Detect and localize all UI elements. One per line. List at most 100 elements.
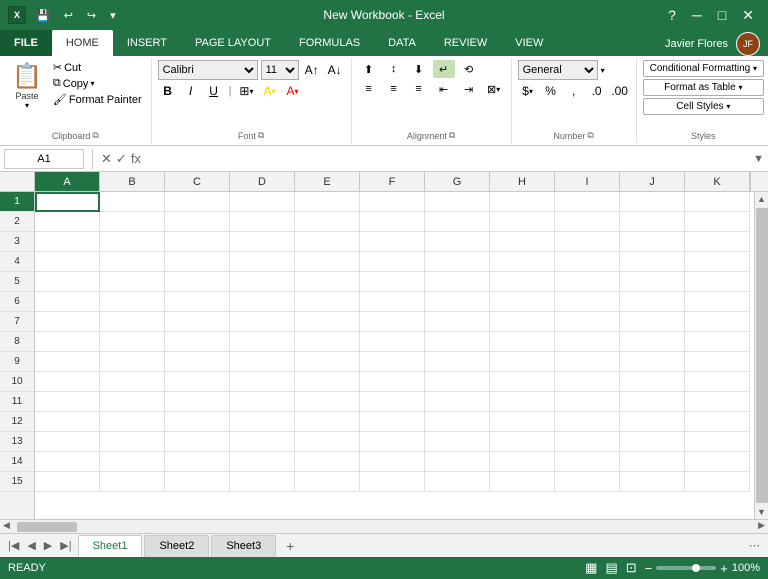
cell-H14[interactable] [490, 452, 555, 472]
cell-D2[interactable] [230, 212, 295, 232]
cell-D13[interactable] [230, 432, 295, 452]
row-num-9[interactable]: 9 [0, 352, 34, 372]
cell-J4[interactable] [620, 252, 685, 272]
cell-G3[interactable] [425, 232, 490, 252]
align-center-btn[interactable]: ≡ [383, 80, 405, 98]
cell-K2[interactable] [685, 212, 750, 232]
cell-H7[interactable] [490, 312, 555, 332]
cell-C8[interactable] [165, 332, 230, 352]
fill-color-btn[interactable]: A▾ [259, 82, 279, 100]
page-break-view-btn[interactable]: ⊡ [626, 560, 637, 576]
scroll-down-btn[interactable]: ▼ [755, 505, 768, 519]
orientation-btn[interactable]: ⟲ [458, 60, 480, 78]
cell-F8[interactable] [360, 332, 425, 352]
clipboard-expand-btn[interactable]: ⧉ [92, 130, 98, 141]
cell-I13[interactable] [555, 432, 620, 452]
number-format-select[interactable]: General [518, 60, 598, 80]
cell-C3[interactable] [165, 232, 230, 252]
cell-E1[interactable] [295, 192, 360, 212]
cell-K3[interactable] [685, 232, 750, 252]
cell-H10[interactable] [490, 372, 555, 392]
row-num-14[interactable]: 14 [0, 452, 34, 472]
cell-I10[interactable] [555, 372, 620, 392]
cell-B9[interactable] [100, 352, 165, 372]
cell-B2[interactable] [100, 212, 165, 232]
sheet-first-btn[interactable]: |◀ [4, 537, 23, 554]
cell-G14[interactable] [425, 452, 490, 472]
h-scroll-track[interactable] [13, 520, 755, 534]
tab-page-layout[interactable]: PAGE LAYOUT [181, 30, 285, 56]
cell-H15[interactable] [490, 472, 555, 492]
cell-J12[interactable] [620, 412, 685, 432]
function-btn[interactable]: fx [131, 151, 141, 166]
cell-C15[interactable] [165, 472, 230, 492]
cell-A11[interactable] [35, 392, 100, 412]
align-top-left-btn[interactable]: ⬆ [358, 60, 380, 78]
number-expand-btn[interactable]: ⧉ [587, 130, 593, 141]
cell-B8[interactable] [100, 332, 165, 352]
cell-H11[interactable] [490, 392, 555, 412]
format-painter-btn[interactable]: 🖌Format Painter [50, 92, 145, 107]
col-header-H[interactable]: H [490, 172, 555, 191]
cell-B1[interactable] [100, 192, 165, 212]
cell-G13[interactable] [425, 432, 490, 452]
cell-I2[interactable] [555, 212, 620, 232]
cell-J14[interactable] [620, 452, 685, 472]
tab-home[interactable]: HOME [52, 30, 113, 56]
decrease-indent-btn[interactable]: ⇤ [433, 80, 455, 98]
zoom-slider[interactable] [656, 566, 716, 570]
cell-J1[interactable] [620, 192, 685, 212]
font-name-select[interactable]: Calibri [158, 60, 258, 80]
merge-btn[interactable]: ⊠▾ [483, 80, 505, 98]
cell-D11[interactable] [230, 392, 295, 412]
cell-I15[interactable] [555, 472, 620, 492]
cell-E2[interactable] [295, 212, 360, 232]
cell-H8[interactable] [490, 332, 555, 352]
col-header-A[interactable]: A [35, 172, 100, 191]
cell-F1[interactable] [360, 192, 425, 212]
font-color-btn[interactable]: A▾ [282, 82, 302, 100]
decrease-font-btn[interactable]: A↓ [325, 61, 345, 79]
row-num-8[interactable]: 8 [0, 332, 34, 352]
formula-input[interactable] [145, 149, 749, 169]
cell-F5[interactable] [360, 272, 425, 292]
cell-H5[interactable] [490, 272, 555, 292]
cell-G10[interactable] [425, 372, 490, 392]
cell-I5[interactable] [555, 272, 620, 292]
sheet-last-btn[interactable]: ▶| [56, 537, 75, 554]
cell-I8[interactable] [555, 332, 620, 352]
cell-F9[interactable] [360, 352, 425, 372]
cell-B4[interactable] [100, 252, 165, 272]
cell-A13[interactable] [35, 432, 100, 452]
cell-C10[interactable] [165, 372, 230, 392]
customize-quick-btn[interactable]: ▾ [106, 7, 120, 24]
cell-J9[interactable] [620, 352, 685, 372]
cell-I14[interactable] [555, 452, 620, 472]
cell-I4[interactable] [555, 252, 620, 272]
maximize-btn[interactable]: □ [712, 5, 732, 25]
cell-C2[interactable] [165, 212, 230, 232]
cell-F11[interactable] [360, 392, 425, 412]
tab-insert[interactable]: INSERT [113, 30, 181, 56]
vertical-scrollbar[interactable]: ▲ ▼ [754, 192, 768, 519]
redo-quick-btn[interactable]: ↪ [83, 7, 100, 24]
cell-E13[interactable] [295, 432, 360, 452]
cell-K5[interactable] [685, 272, 750, 292]
align-top-center-btn[interactable]: ↕ [383, 60, 405, 78]
add-sheet-btn[interactable]: + [280, 536, 300, 556]
cell-D7[interactable] [230, 312, 295, 332]
font-expand-btn[interactable]: ⧉ [258, 130, 264, 141]
cell-B12[interactable] [100, 412, 165, 432]
cell-C4[interactable] [165, 252, 230, 272]
cell-B5[interactable] [100, 272, 165, 292]
cell-E10[interactable] [295, 372, 360, 392]
percent-btn[interactable]: % [541, 82, 561, 100]
cell-G5[interactable] [425, 272, 490, 292]
cell-J11[interactable] [620, 392, 685, 412]
sheet-tab-sheet2[interactable]: Sheet2 [144, 535, 209, 557]
font-size-select[interactable]: 11 [261, 60, 299, 80]
cell-K15[interactable] [685, 472, 750, 492]
bold-btn[interactable]: B [158, 82, 178, 100]
cell-F13[interactable] [360, 432, 425, 452]
cell-K1[interactable] [685, 192, 750, 212]
